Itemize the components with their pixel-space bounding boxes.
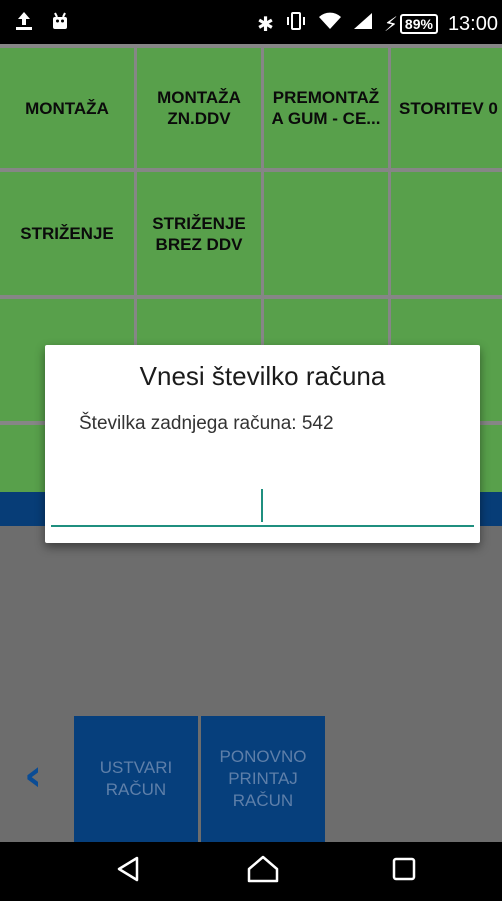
nav-back-button[interactable] [98, 848, 158, 894]
tile-label: MONTAŽA ZN.DDV [157, 88, 241, 128]
nav-recents-button[interactable] [374, 848, 434, 894]
text-cursor [261, 489, 263, 522]
charging-icon: ⚡ [383, 12, 398, 36]
reprint-invoice-label: PONOVNO PRINTAJ RAČUN [219, 747, 307, 810]
tile-label: STRIŽENJE BREZ DDV [152, 213, 246, 254]
nav-home-button[interactable] [233, 848, 293, 894]
tile-storitev[interactable]: STORITEV 0 [391, 48, 502, 168]
tile-empty[interactable] [264, 172, 388, 295]
create-invoice-label: USTVARI RAČUN [99, 758, 173, 799]
back-chevron-icon[interactable]: ‹ [24, 752, 64, 800]
tile-montaza-zn-ddv[interactable]: MONTAŽA ZN.DDV [137, 48, 261, 168]
tile-label: PREMONTAŽ A GUM - CE... [271, 88, 381, 128]
create-invoice-button[interactable]: USTVARI RAČUN [74, 716, 198, 842]
tile-empty[interactable] [391, 172, 502, 295]
upload-notification-icon [14, 10, 34, 39]
dialog-title: Vnesi številko računa [139, 361, 386, 391]
recents-square-icon [392, 857, 416, 886]
cell-signal-icon [352, 10, 374, 38]
tile-strizenje[interactable]: STRIŽENJE [0, 172, 134, 295]
home-icon [246, 854, 280, 889]
tile-strizenje-brez-ddv[interactable]: STRIŽENJE BREZ DDV [137, 172, 261, 295]
wifi-icon [318, 10, 342, 38]
tile-label: STORITEV 0 [399, 98, 498, 118]
tile-montaza[interactable]: MONTAŽA [0, 48, 134, 168]
status-bar: ✱ ⚡ 89% 13:00 [0, 0, 502, 48]
vibrate-icon [284, 10, 308, 38]
tile-label: STRIŽENJE [20, 224, 114, 243]
battery-indicator: ⚡ 89% [384, 10, 438, 38]
clock: 13:00 [447, 13, 498, 35]
tile-premontaza-gum[interactable]: PREMONTAŽ A GUM - CE... [264, 48, 388, 168]
android-debug-icon [50, 10, 70, 39]
battery-percent: 89% [399, 14, 438, 34]
tile-label: MONTAŽA [25, 98, 109, 118]
navigation-bar [0, 842, 502, 901]
reprint-invoice-button[interactable]: PONOVNO PRINTAJ RAČUN [201, 716, 325, 842]
bluetooth-icon: ✱ [257, 12, 274, 36]
back-triangle-icon [115, 855, 141, 888]
dialog-message: Številka zadnjega računa: 542 [79, 413, 334, 434]
invoice-number-dialog: Vnesi številko računa Številka zadnjega … [45, 345, 480, 543]
input-underline [51, 525, 474, 527]
